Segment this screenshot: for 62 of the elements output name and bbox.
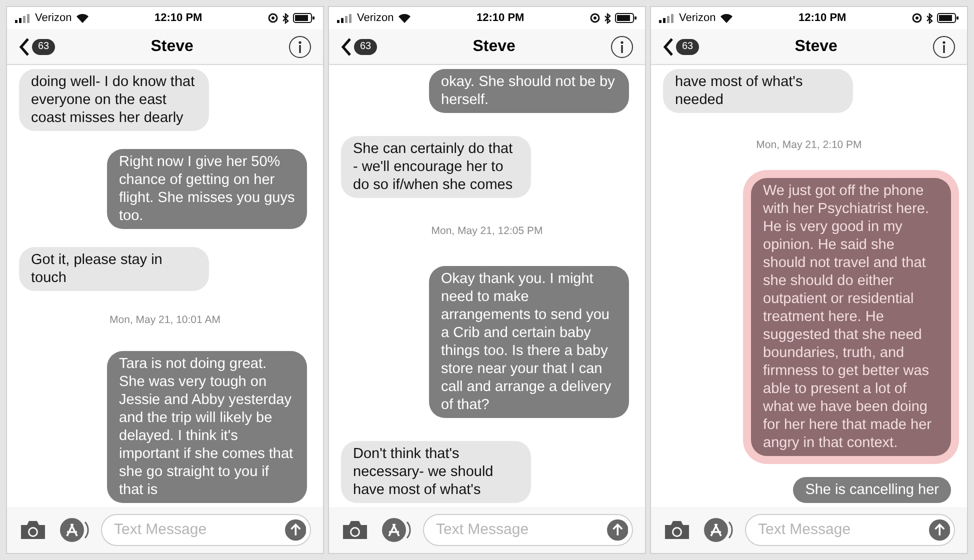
app-store-icon[interactable] (703, 517, 733, 543)
orientation-lock-icon (912, 13, 922, 23)
incoming-message-bubble: Don't think that's necessary- we should have most of what's (341, 441, 531, 503)
wifi-icon (398, 13, 411, 23)
unread-count-badge: 63 (354, 38, 378, 54)
bluetooth-icon (926, 12, 933, 24)
signal-icon (337, 14, 353, 22)
contact-name: Steve (150, 36, 194, 56)
status-time: 12:10 PM (154, 10, 202, 26)
incoming-message-bubble: have most of what's needed (663, 69, 853, 113)
incoming-message-bubble: She can certainly do that - we'll encourage her to do so if/when she comes (341, 136, 531, 198)
back-button[interactable]: 63 (19, 36, 56, 56)
orientation-lock-icon (268, 13, 278, 23)
carrier-name: Verizon (35, 10, 72, 26)
info-icon (298, 40, 302, 52)
contact-name: Steve (794, 36, 838, 56)
bluetooth-icon (604, 12, 611, 24)
wifi-icon (720, 13, 733, 23)
message-input[interactable]: Text Message (745, 514, 955, 546)
message-input[interactable]: Text Message (423, 514, 633, 546)
camera-icon[interactable] (19, 519, 47, 541)
status-time: 12:10 PM (476, 10, 524, 26)
unread-count-badge: 63 (32, 38, 56, 54)
chevron-left-icon (19, 36, 30, 56)
info-icon (620, 40, 624, 52)
message-timestamp: Mon, May 21, 12:05 PM (431, 224, 543, 240)
wifi-icon (76, 13, 89, 23)
camera-icon[interactable] (341, 519, 369, 541)
signal-icon (659, 14, 675, 22)
bluetooth-icon (282, 12, 289, 24)
app-store-icon[interactable] (59, 517, 89, 543)
message-input[interactable]: Text Message (101, 514, 311, 546)
signal-icon (15, 14, 31, 22)
incoming-message-bubble: doing well- I do know that everyone on the east coast misses her dearly (19, 69, 209, 131)
message-timestamp: Mon, May 21, 2:10 PM (756, 138, 862, 153)
battery-icon (937, 13, 959, 23)
contact-name: Steve (472, 36, 516, 56)
outgoing-message-bubble: Tara is not doing great. She was very tough on Jessie and Abby yesterday and the trip will likely be delayed. I think it's important if she comes that she go straight to you if that is (107, 351, 307, 503)
outgoing-message-bubble: Okay thank you. I might need to make arrangements to send you a Crib and certain baby things too. Is there a baby store near your that I can call and arrange a delivery of that? (429, 266, 629, 418)
app-store-icon[interactable] (381, 517, 411, 543)
outgoing-message-bubble: We just got off the phone with her Psychiatrist here. He is very good in my opinion. He said she should not travel and that she should do either outpatient or residential treatment here. He suggested that she need boundaries, truth, and firmness to get better was able to present a lot of what we have been doing for her here that made her angry in that context. (751, 178, 951, 456)
back-button[interactable]: 63 (663, 36, 700, 56)
info-button[interactable] (932, 36, 955, 58)
carrier-name: Verizon (357, 10, 394, 26)
camera-icon[interactable] (663, 519, 691, 541)
incoming-message-bubble: Got it, please stay in touch (19, 247, 209, 292)
chevron-left-icon (663, 36, 674, 56)
outgoing-message-bubble: She is cancelling her (793, 477, 951, 503)
outgoing-message-bubble: Right now I give her 50% chance of getting on her flight. She misses you guys too. (107, 149, 307, 230)
battery-icon (615, 13, 637, 23)
orientation-lock-icon (590, 13, 600, 23)
info-icon (942, 40, 946, 52)
back-button[interactable]: 63 (341, 36, 378, 56)
info-button[interactable] (610, 36, 633, 58)
outgoing-message-bubble: okay. She should not be by herself. (429, 69, 629, 113)
status-time: 12:10 PM (798, 10, 846, 26)
chevron-left-icon (341, 36, 352, 56)
unread-count-badge: 63 (676, 38, 700, 54)
info-button[interactable] (288, 36, 311, 58)
message-timestamp: Mon, May 21, 10:01 AM (110, 313, 220, 328)
carrier-name: Verizon (679, 10, 716, 26)
battery-icon (293, 13, 315, 23)
